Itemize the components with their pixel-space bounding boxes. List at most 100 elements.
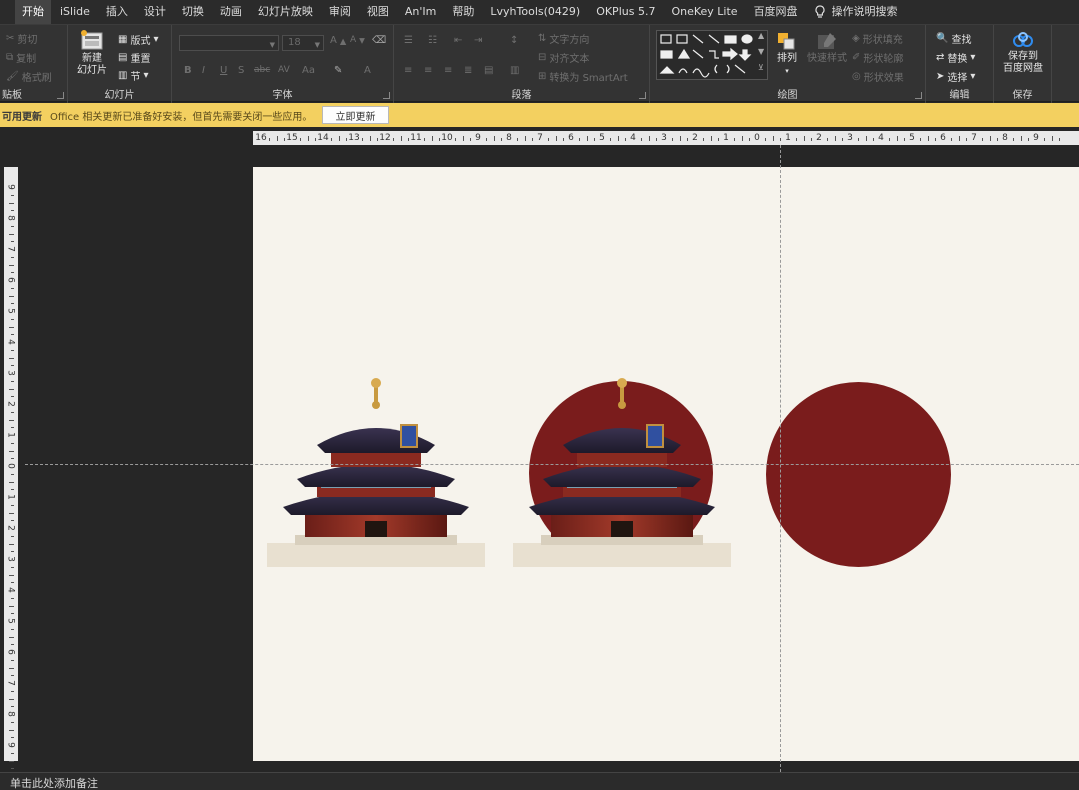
layout-button[interactable]: ▦ 版式 ▾	[118, 32, 158, 47]
ruler-tick	[1012, 138, 1014, 141]
tab-slideshow[interactable]: 幻灯片放映	[251, 0, 320, 24]
shape-outline-button[interactable]: ✐ 形状轮廓	[852, 50, 903, 65]
save-to-baidu-button[interactable]: 保存到 百度网盘	[1000, 31, 1046, 75]
horizontal-ruler[interactable]: 16 15 14 13 12 11 10 9 8 7 6 5 4 3 2 1 0 1 2 3 4 5 6 7 8 9	[253, 131, 1079, 145]
align-left-button[interactable]: ≡	[404, 65, 412, 76]
tab-insert[interactable]: 插入	[99, 0, 135, 24]
align-right-icon: ≡	[444, 65, 453, 76]
strikethrough-button[interactable]: abc	[254, 65, 270, 75]
ruler-tick-label: 7	[971, 133, 977, 143]
temple-of-heaven-image-2[interactable]	[511, 363, 733, 575]
smartart-button[interactable]: ⊞ 转换为 SmartArt	[538, 69, 628, 84]
tab-onekey[interactable]: OneKey Lite	[664, 0, 744, 24]
increase-indent-button[interactable]: ⇥	[474, 35, 482, 46]
ruler-tick	[9, 605, 14, 607]
numbering-button[interactable]: ☷	[428, 35, 437, 46]
tab-transitions[interactable]: 切换	[175, 0, 211, 24]
replace-button[interactable]: ⇄ 替换 ▾	[936, 50, 975, 65]
ruler-tick	[11, 690, 14, 692]
justify-button[interactable]: ≣	[464, 65, 472, 76]
ruler-tick	[11, 566, 14, 568]
bullets-button[interactable]: ☰	[404, 35, 413, 46]
tab-islide[interactable]: iSlide	[53, 0, 97, 24]
underline-button[interactable]: U	[220, 65, 227, 76]
tab-lvyhtools[interactable]: LvyhTools(0429)	[483, 0, 587, 24]
horizontal-guide[interactable]	[25, 464, 1079, 465]
ruler-tick	[9, 698, 14, 700]
columns-button[interactable]: ▥	[510, 65, 519, 76]
drawing-launcher-icon[interactable]	[915, 92, 922, 99]
shape-effects-button[interactable]: ◎ 形状效果	[852, 69, 904, 84]
decrease-indent-button[interactable]: ⇤	[454, 35, 462, 46]
ruler-tick-label: 4	[630, 133, 636, 143]
tell-me-search[interactable]: 操作说明搜索	[807, 0, 905, 24]
highlight-button[interactable]: ✎	[334, 65, 342, 76]
gallery-up-icon[interactable]: ▲	[758, 31, 764, 40]
ruler-tick-label: 9	[1033, 133, 1039, 143]
gallery-down-icon[interactable]: ▼	[758, 47, 764, 56]
reset-button[interactable]: ▤ 重置	[118, 50, 150, 65]
update-now-button[interactable]: 立即更新	[322, 106, 389, 124]
ruler-tick	[307, 136, 309, 141]
format-painter-button[interactable]: 🖌 格式刷	[6, 69, 52, 84]
shape-fill-button[interactable]: ◈ 形状填充	[852, 31, 903, 46]
font-color-button[interactable]: A	[364, 65, 371, 76]
tab-view[interactable]: 视图	[360, 0, 396, 24]
ruler-tick	[330, 138, 332, 141]
font-size-box[interactable]: 18 ▼	[282, 35, 324, 51]
distributed-button[interactable]: ▤	[484, 65, 493, 76]
clear-format-button[interactable]: ⌫	[372, 35, 386, 46]
ruler-tick	[865, 136, 867, 141]
cut-button[interactable]: ✂ 剪切	[6, 31, 37, 46]
align-center-button[interactable]: ≡	[424, 65, 432, 76]
align-text-icon: ⊟	[538, 52, 547, 63]
vertical-guide[interactable]	[780, 145, 781, 772]
grow-font-button[interactable]: A ▲	[330, 35, 346, 46]
font-launcher-icon[interactable]	[383, 92, 390, 99]
char-spacing-button[interactable]: AV	[278, 65, 290, 75]
red-circle-shape-2[interactable]	[766, 382, 951, 567]
tab-okplus[interactable]: OKPlus 5.7	[589, 0, 662, 24]
line-spacing-button[interactable]: ↕	[510, 35, 518, 46]
ruler-tick	[11, 442, 14, 444]
align-center-icon: ≡	[424, 65, 433, 76]
align-left-icon: ≡	[404, 65, 413, 76]
vertical-ruler[interactable]: 9 8 7 6 5 4 3 2 1 0 1 2 3 4 5 6 7 8 9	[4, 167, 18, 770]
ruler-tick	[1043, 138, 1045, 141]
ruler-tick	[11, 504, 14, 506]
shrink-font-button[interactable]: A ▼	[350, 35, 365, 45]
arrange-button[interactable]: 排列 ▾	[772, 31, 802, 77]
ruler-tick-label: 8	[5, 711, 16, 717]
find-button[interactable]: 🔍 查找	[936, 31, 971, 46]
change-case-button[interactable]: Aa	[302, 65, 315, 76]
temple-of-heaven-image[interactable]	[265, 363, 487, 575]
align-text-button[interactable]: ⊟ 对齐文本	[538, 50, 589, 65]
select-button[interactable]: ➤ 选择 ▾	[936, 69, 975, 84]
gallery-more-icon[interactable]: ⊻	[758, 63, 764, 72]
copy-button[interactable]: ⧉ 复制	[6, 50, 36, 65]
tab-home[interactable]: 开始	[15, 0, 51, 24]
tab-design[interactable]: 设计	[137, 0, 173, 24]
shadow-button[interactable]: S	[238, 65, 244, 76]
new-slide-button[interactable]: 新建 幻灯片	[74, 29, 110, 77]
quick-styles-button[interactable]: 快速样式	[806, 31, 848, 65]
ruler-tick-label: 0	[5, 463, 16, 469]
paragraph-launcher-icon[interactable]	[639, 92, 646, 99]
font-name-box[interactable]: ▼	[179, 35, 279, 51]
save-group: 保存到 百度网盘 保存	[994, 25, 1052, 103]
align-right-button[interactable]: ≡	[444, 65, 452, 76]
tab-baidu[interactable]: 百度网盘	[747, 0, 805, 24]
ruler-tick	[640, 138, 642, 141]
text-direction-button[interactable]: ⇅ 文字方向	[538, 31, 589, 46]
bold-button[interactable]: B	[184, 65, 192, 76]
ruler-tick	[9, 357, 14, 359]
shapes-gallery[interactable]	[656, 30, 768, 80]
tab-review[interactable]: 审阅	[322, 0, 358, 24]
tab-help[interactable]: 帮助	[445, 0, 481, 24]
tab-animations[interactable]: 动画	[213, 0, 249, 24]
notes-pane[interactable]: 单击此处添加备注	[0, 772, 1079, 790]
section-button[interactable]: ▥ 节 ▾	[118, 68, 148, 83]
italic-button[interactable]: I	[202, 65, 205, 76]
tab-anim[interactable]: An'Im	[398, 0, 443, 24]
clipboard-launcher-icon[interactable]	[57, 92, 64, 99]
